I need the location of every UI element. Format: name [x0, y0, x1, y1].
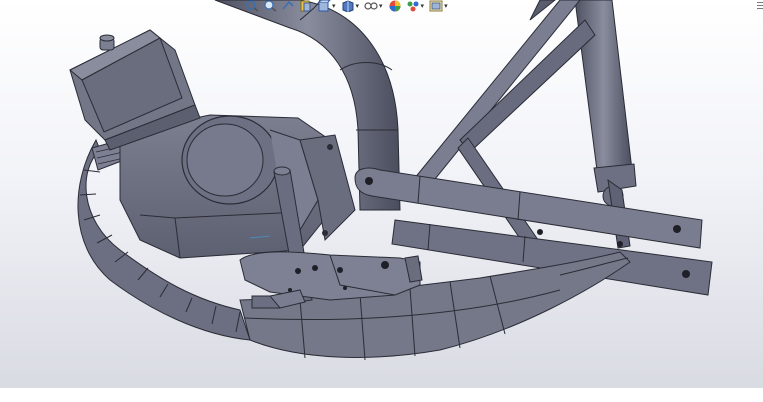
display-style-icon[interactable]: [340, 0, 356, 12]
scene-icon[interactable]: [405, 0, 421, 12]
chevron-down-icon[interactable]: ▾: [332, 2, 336, 10]
graphics-area[interactable]: ▾ ▾ ▾ ▾ ▾: [0, 0, 763, 388]
chevron-down-icon[interactable]: ▾: [379, 2, 383, 10]
zoom-fit-icon[interactable]: [244, 0, 260, 12]
view-settings-icon[interactable]: [428, 0, 444, 12]
previous-view-icon[interactable]: [280, 0, 296, 12]
chevron-down-icon[interactable]: ▾: [444, 2, 448, 10]
chevron-down-icon[interactable]: ▾: [356, 2, 360, 10]
engine-block: [119, 114, 356, 259]
appearance-icon[interactable]: [387, 0, 403, 12]
status-strip: [0, 388, 763, 402]
hide-show-icon[interactable]: [363, 0, 379, 12]
window-corner-mark: [757, 0, 763, 14]
heads-up-view-toolbar: ▾ ▾ ▾ ▾ ▾: [244, 0, 450, 12]
3d-model-motorcycle-frame[interactable]: [0, 0, 763, 388]
view-orientation-icon[interactable]: [316, 0, 332, 12]
section-view-icon[interactable]: [298, 0, 314, 12]
zoom-area-icon[interactable]: [262, 0, 278, 12]
chevron-down-icon[interactable]: ▾: [421, 2, 425, 10]
